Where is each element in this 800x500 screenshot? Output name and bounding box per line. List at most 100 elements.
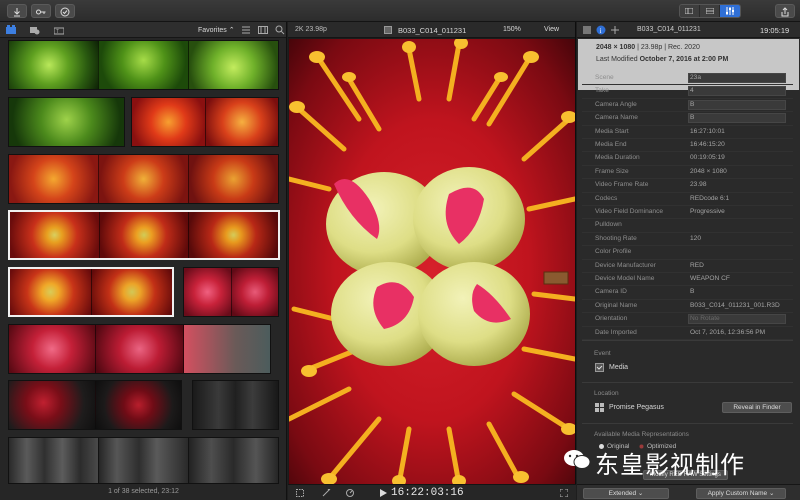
clip-strip-selected[interactable] bbox=[8, 210, 280, 260]
metadata-row: Media Duration 00:19:05:19 bbox=[582, 152, 793, 166]
metadata-value[interactable]: 23a bbox=[690, 74, 701, 81]
metadata-view-popup[interactable]: Extended ⌄ bbox=[583, 488, 669, 499]
keywords-button[interactable] bbox=[31, 4, 51, 18]
metadata-key: Media End bbox=[595, 141, 627, 148]
metadata-value[interactable]: B bbox=[690, 114, 694, 121]
info-icon[interactable]: i bbox=[596, 25, 606, 35]
svg-text:i: i bbox=[600, 27, 602, 35]
video-inspector-icon[interactable] bbox=[583, 26, 591, 34]
storage-drive-icon bbox=[595, 403, 604, 412]
inspector-title: B033_C014_011231 bbox=[637, 26, 701, 33]
divider bbox=[582, 340, 793, 341]
event-icon bbox=[595, 363, 604, 372]
metadata-value[interactable]: No Rotate bbox=[690, 315, 720, 322]
reveal-in-finder-button[interactable]: Reveal in Finder bbox=[722, 402, 792, 413]
clip-name: B033_C014_011231 bbox=[398, 26, 467, 35]
libraries-icon[interactable] bbox=[6, 25, 16, 35]
background-tasks-button[interactable] bbox=[55, 4, 75, 18]
viewer-image bbox=[289, 39, 575, 484]
metadata-key: Media Duration bbox=[595, 154, 640, 162]
location-value: Promise Pegasus bbox=[609, 404, 664, 411]
metadata-value: 2048 × 1080 bbox=[690, 167, 727, 175]
inspector-footer: Extended ⌄ Apply Custom Name ⌄ bbox=[577, 484, 800, 500]
metadata-value-field[interactable] bbox=[688, 86, 786, 97]
clip-strip[interactable] bbox=[183, 267, 279, 317]
metadata-row: Shooting Rate 120 bbox=[582, 233, 793, 247]
play-icon[interactable] bbox=[380, 489, 387, 497]
metadata-row[interactable]: Orientation No Rotate bbox=[582, 313, 793, 327]
clip-strip[interactable] bbox=[8, 154, 279, 204]
apply-custom-name-popup[interactable]: Apply Custom Name ⌄ bbox=[696, 488, 786, 499]
timecode-display[interactable]: 16:22:03:16 bbox=[391, 487, 464, 499]
metadata-view-label: Extended bbox=[608, 490, 637, 497]
metadata-key: Camera ID bbox=[595, 288, 627, 296]
enhance-wand-icon[interactable] bbox=[322, 489, 331, 497]
zoom-popup[interactable]: 150% bbox=[503, 26, 521, 33]
photos-audio-icon[interactable] bbox=[30, 25, 40, 35]
metadata-row: Date Imported Oct 7, 2016, 12:36:56 PM bbox=[582, 327, 793, 340]
watermark-text: 东皇影视制作 bbox=[595, 451, 745, 479]
metadata-key: Color Profile bbox=[595, 248, 632, 256]
metadata-key: Device Model Name bbox=[595, 275, 655, 282]
clip-strip[interactable] bbox=[8, 437, 279, 484]
metadata-value: 00:19:05:19 bbox=[690, 154, 725, 162]
metadata-value: Oct 7, 2016, 12:36:56 PM bbox=[690, 328, 766, 336]
clip-strip[interactable] bbox=[8, 97, 125, 147]
search-icon[interactable] bbox=[275, 25, 285, 35]
speed-gauge-icon[interactable] bbox=[346, 489, 355, 497]
share-button[interactable] bbox=[775, 4, 795, 18]
list-view-icon[interactable] bbox=[241, 25, 251, 35]
metadata-value: RED bbox=[690, 261, 704, 269]
clip-strip[interactable] bbox=[8, 40, 279, 90]
viewer-footer: 16:22:03:16 bbox=[288, 484, 576, 500]
metadata-value[interactable]: 4 bbox=[690, 87, 694, 94]
clip-strip-selected[interactable] bbox=[8, 267, 174, 317]
metadata-row[interactable]: Take 4 bbox=[582, 85, 793, 99]
metadata-row: Color Profile bbox=[582, 246, 793, 260]
summary-frame-size: 2048 × 1080 bbox=[596, 44, 636, 51]
metadata-value: B033_C014_011231_001.R3D bbox=[690, 301, 780, 309]
fullscreen-icon[interactable] bbox=[560, 489, 568, 497]
filmstrip-icon[interactable] bbox=[258, 25, 268, 35]
inspector-duration: 19:05:19 bbox=[760, 26, 790, 35]
view-menu[interactable]: View bbox=[544, 26, 559, 33]
apply-custom-name-label: Apply Custom Name bbox=[707, 490, 768, 497]
clip-strip[interactable] bbox=[131, 97, 279, 147]
clip-strip[interactable] bbox=[192, 380, 279, 430]
metadata-value: 16:46:15:20 bbox=[690, 141, 725, 148]
metadata-row[interactable]: Camera Name B bbox=[582, 112, 793, 126]
metadata-key: Scene bbox=[595, 74, 614, 81]
metadata-key: Original Name bbox=[595, 301, 638, 309]
metadata-row: Codecs REDcode 6:1 bbox=[582, 193, 793, 206]
metadata-value-field[interactable] bbox=[688, 113, 786, 124]
import-button[interactable] bbox=[7, 4, 27, 18]
clip-strip[interactable] bbox=[8, 380, 182, 430]
inspector-header: i B033_C014_011231 19:05:19 bbox=[577, 22, 800, 38]
location-label: Location bbox=[594, 390, 619, 397]
metadata-value: WEAPON CF bbox=[690, 275, 730, 282]
metadata-row: Camera ID B bbox=[582, 286, 793, 300]
filter-popup[interactable]: Favorites ⌃ bbox=[198, 26, 235, 34]
metadata-row[interactable]: Scene 23a bbox=[582, 72, 793, 86]
share-inspector-icon[interactable] bbox=[611, 26, 619, 34]
metadata-row[interactable]: Camera Angle B bbox=[582, 99, 793, 113]
metadata-key: Video Field Dominance bbox=[595, 208, 664, 215]
metadata-value-field[interactable] bbox=[688, 73, 786, 83]
representations-label: Available Media Representations bbox=[594, 431, 689, 438]
key-icon bbox=[36, 9, 46, 15]
titles-generators-icon[interactable]: T bbox=[54, 25, 64, 35]
metadata-value[interactable]: B bbox=[690, 101, 694, 108]
viewer-pane: 2K 23.98p B033_C014_011231 150% View 16:… bbox=[288, 22, 576, 500]
metadata-key: Pulldown bbox=[595, 221, 622, 229]
clip-strip[interactable] bbox=[8, 324, 271, 374]
metadata-value: REDcode 6:1 bbox=[690, 194, 730, 202]
metadata-value-field[interactable] bbox=[688, 99, 786, 110]
metadata-key: Codecs bbox=[595, 194, 618, 202]
browser-header: T Favorites ⌃ bbox=[0, 22, 286, 38]
metadata-row: Device Model Name WEAPON CF bbox=[582, 273, 793, 287]
metadata-key: Video Frame Rate bbox=[595, 181, 649, 189]
toolbar bbox=[0, 0, 800, 22]
transform-icon[interactable] bbox=[296, 489, 304, 497]
metadata-row: Video Frame Rate 23.98 bbox=[582, 179, 793, 193]
watermark: 东皇影视制作 bbox=[563, 443, 773, 479]
